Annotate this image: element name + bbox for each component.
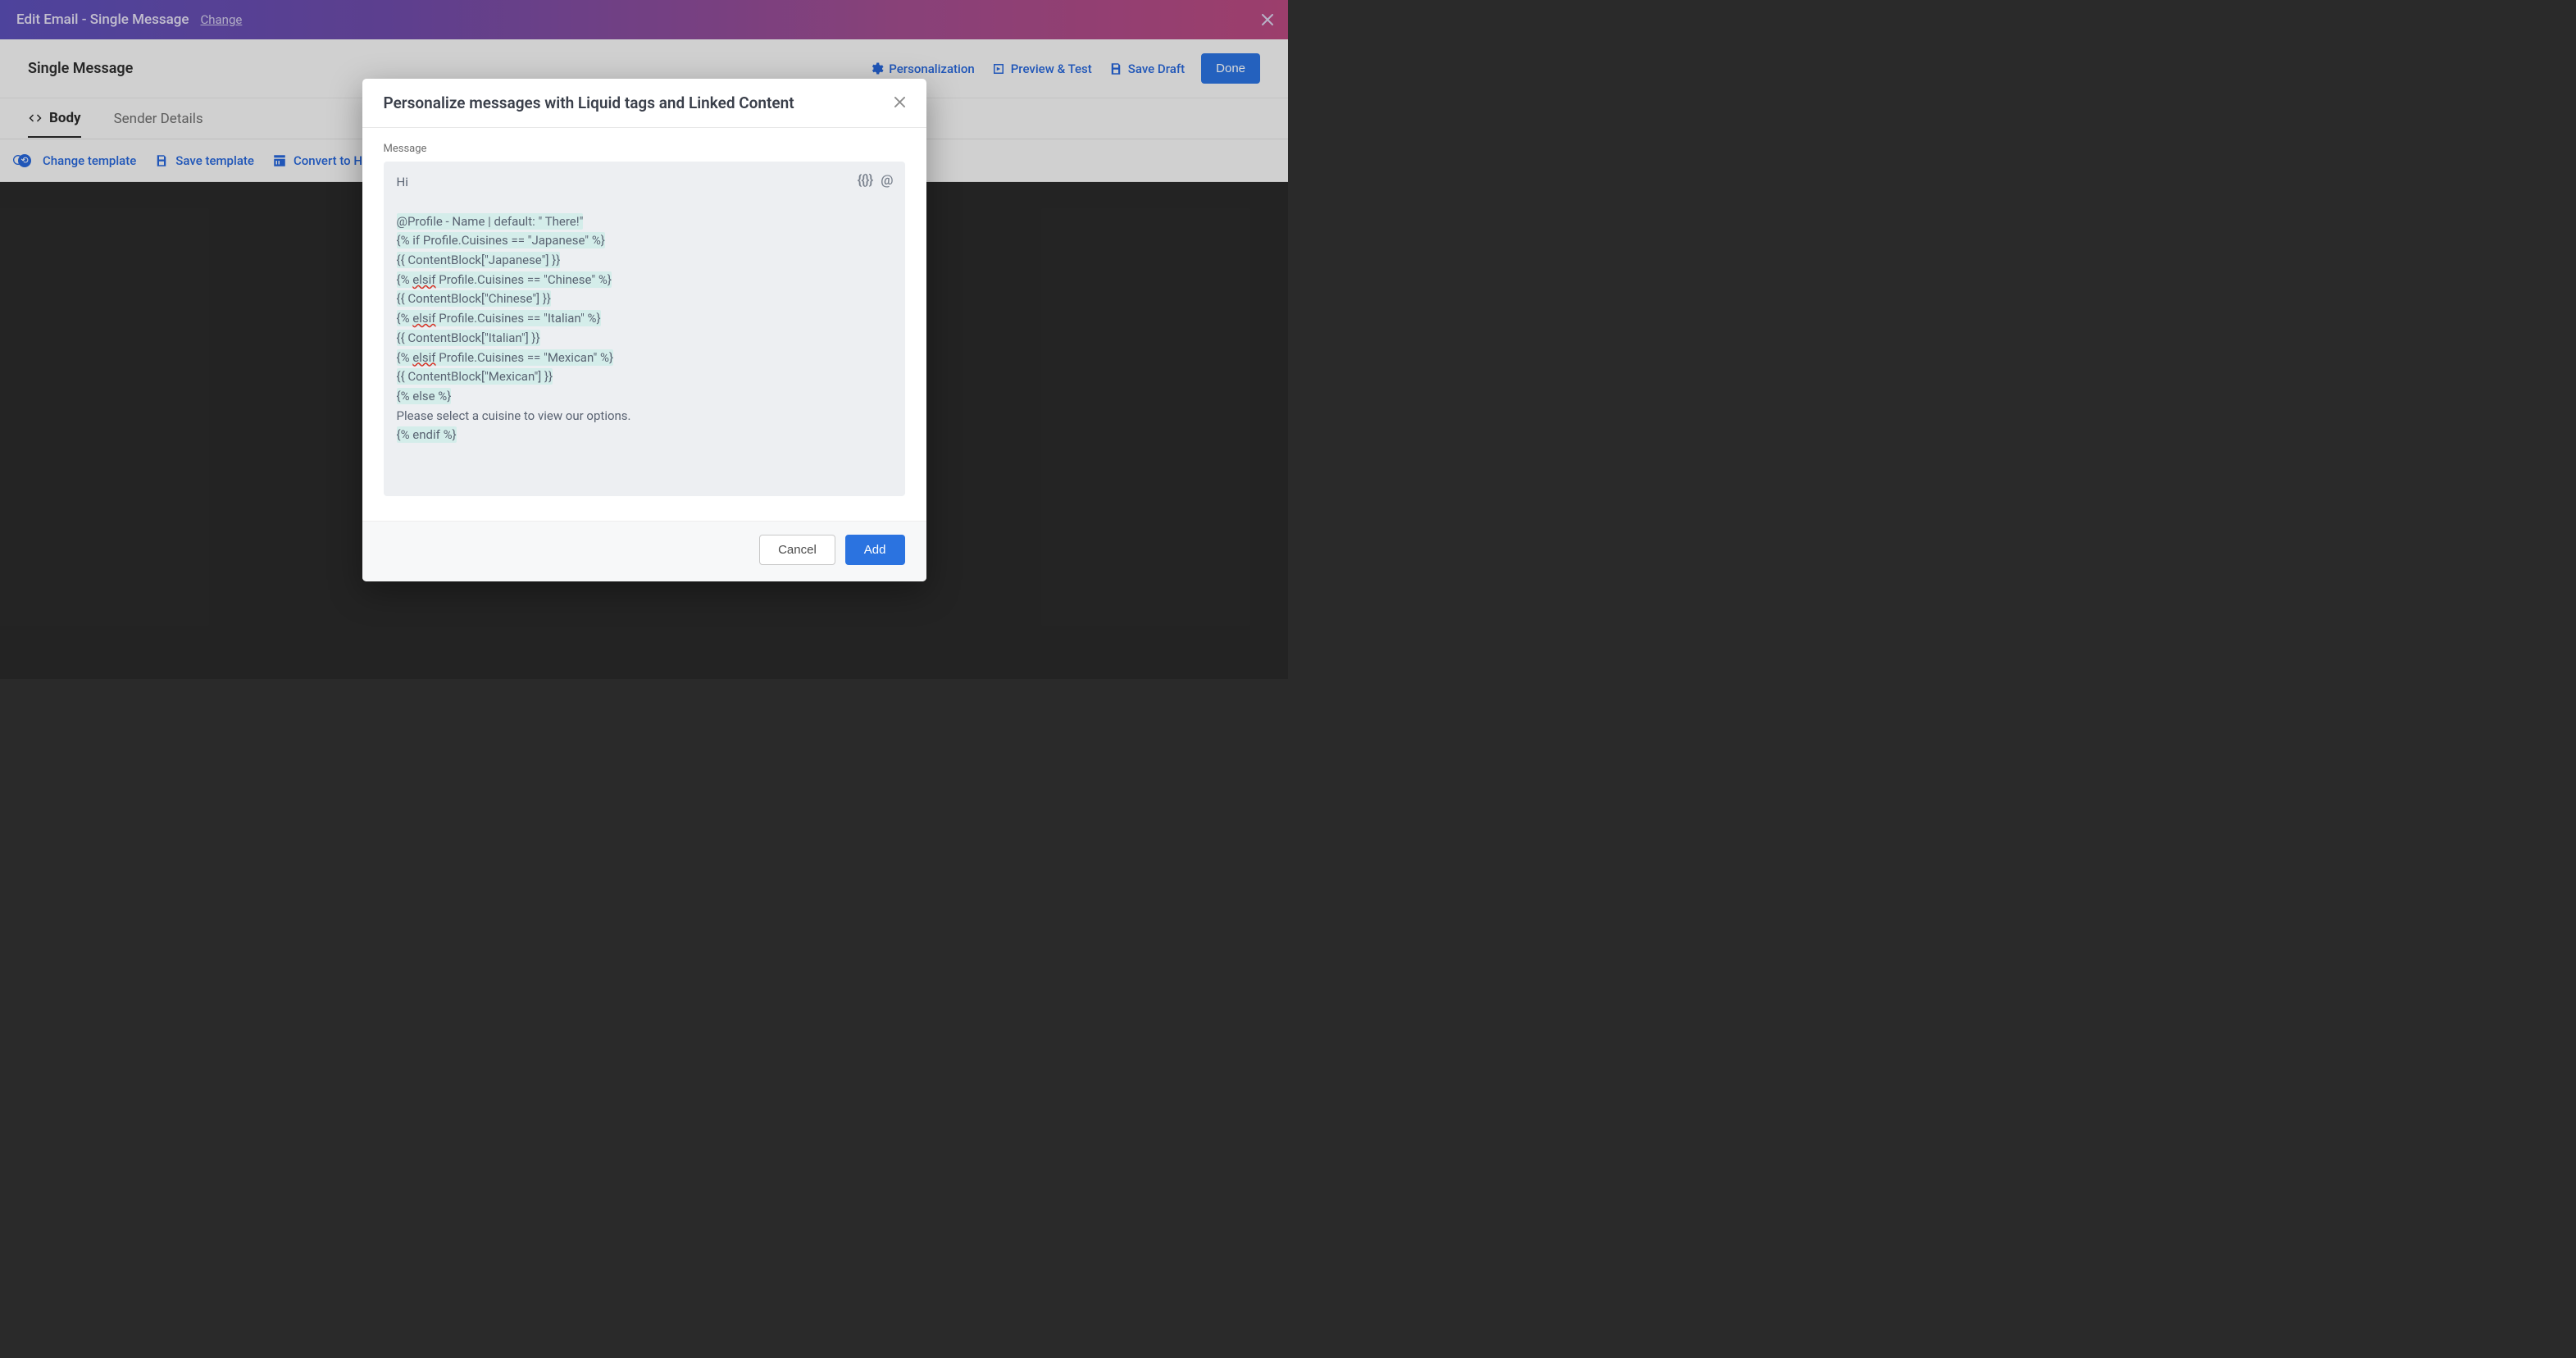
- editor-line: {{ ContentBlock["Mexican"] }}: [397, 367, 892, 387]
- close-icon: [894, 95, 905, 111]
- modal-header: Personalize messages with Liquid tags an…: [362, 79, 926, 128]
- editor-line: {% endif %}: [397, 426, 892, 445]
- at-mention-tool[interactable]: @: [881, 170, 893, 192]
- editor-line-blank: [397, 193, 892, 212]
- message-editor[interactable]: {{}} @ Hi @Profile - Name | default: " T…: [384, 162, 905, 496]
- message-label: Message: [384, 143, 905, 155]
- editor-line: Hi: [397, 173, 892, 193]
- editor-line: @Profile - Name | default: " There!": [397, 212, 892, 232]
- editor-line: {{ ContentBlock["Chinese"] }}: [397, 289, 892, 309]
- add-button[interactable]: Add: [845, 535, 905, 565]
- editor-line: Please select a cuisine to view our opti…: [397, 407, 892, 426]
- modal-title: Personalize messages with Liquid tags an…: [384, 93, 794, 112]
- editor-line: {{ ContentBlock["Japanese"] }}: [397, 251, 892, 271]
- editor-line: {% if Profile.Cuisines == "Japanese" %}: [397, 231, 892, 251]
- editor-line: {{ ContentBlock["Italian"] }}: [397, 329, 892, 349]
- editor-line: {% elsif Profile.Cuisines == "Chinese" %…: [397, 271, 892, 290]
- editor-content: Hi @Profile - Name | default: " There!" …: [397, 173, 892, 445]
- editor-line: {% else %}: [397, 387, 892, 407]
- personalize-modal: Personalize messages with Liquid tags an…: [362, 79, 926, 581]
- cancel-button[interactable]: Cancel: [759, 535, 835, 565]
- modal-body: Message {{}} @ Hi @Profile - Name | defa…: [362, 128, 926, 521]
- modal-footer: Cancel Add: [362, 521, 926, 581]
- editor-line: {% elsif Profile.Cuisines == "Italian" %…: [397, 309, 892, 329]
- editor-tools: {{}} @: [858, 170, 894, 192]
- editor-line: {% elsif Profile.Cuisines == "Mexican" %…: [397, 349, 892, 368]
- liquid-tag-tool[interactable]: {{}}: [858, 170, 873, 192]
- modal-close-button[interactable]: [894, 95, 905, 112]
